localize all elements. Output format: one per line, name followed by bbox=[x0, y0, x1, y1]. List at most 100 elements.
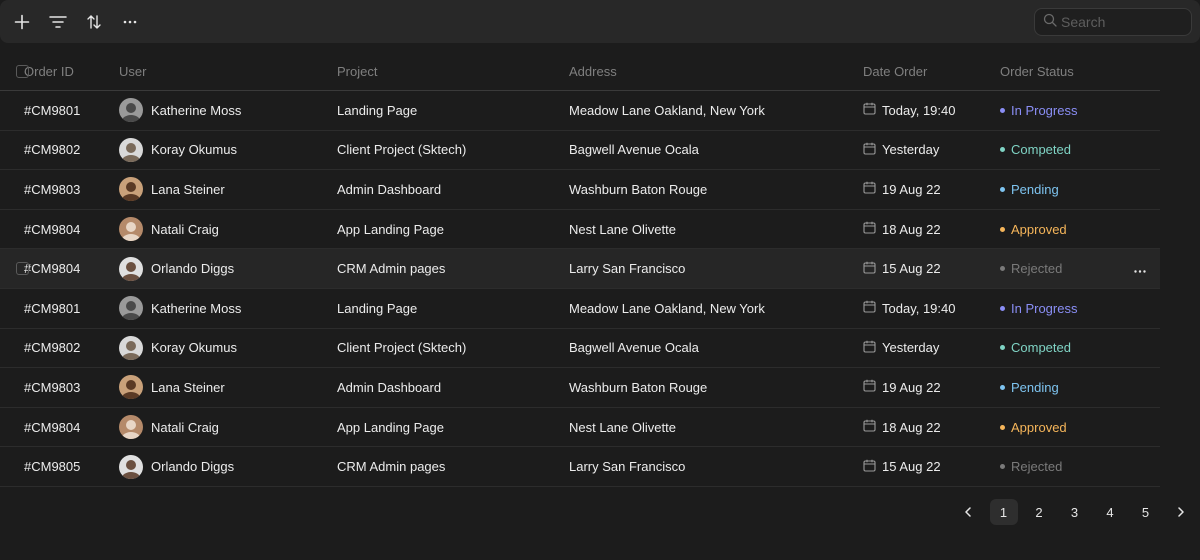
order-date: 15 Aug 22 bbox=[882, 261, 941, 277]
date-cell: 19 Aug 22 bbox=[863, 181, 1000, 197]
user-cell: Lana Steiner bbox=[119, 375, 337, 400]
table-row[interactable]: #CM9801 Katherine Moss Landing Page Mead… bbox=[0, 289, 1160, 329]
project-name: CRM Admin pages bbox=[337, 459, 446, 475]
status-dot bbox=[1000, 107, 1005, 113]
page-list: 12345 bbox=[989, 499, 1168, 525]
status-badge: Approved bbox=[1000, 420, 1130, 435]
date-cell: Yesterday bbox=[863, 142, 1000, 158]
user-cell: Koray Okumus bbox=[119, 137, 337, 162]
user-cell: Katherine Moss bbox=[119, 296, 337, 321]
header-order-id[interactable]: Order ID bbox=[24, 64, 119, 79]
status-dot bbox=[1000, 226, 1005, 232]
header-user[interactable]: User bbox=[119, 64, 337, 79]
project-name: Client Project (Sktech) bbox=[337, 142, 467, 158]
status-badge: Rejected bbox=[1000, 261, 1130, 276]
avatar bbox=[119, 98, 143, 123]
table-row[interactable]: #CM9804 Orlando Diggs CRM Admin pages La… bbox=[0, 249, 1160, 289]
status-dot bbox=[1000, 384, 1005, 390]
status-label: Competed bbox=[1011, 142, 1071, 158]
status-label: Rejected bbox=[1011, 459, 1063, 475]
calendar-icon bbox=[863, 340, 876, 356]
calendar-icon bbox=[863, 181, 876, 197]
table-body: #CM9801 Katherine Moss Landing Page Mead… bbox=[0, 91, 1160, 487]
more-icon[interactable] bbox=[112, 4, 148, 40]
user-name: Katherine Moss bbox=[151, 300, 242, 316]
select-all-checkbox[interactable] bbox=[16, 64, 29, 78]
user-cell: Orlando Diggs bbox=[119, 454, 337, 479]
avatar bbox=[119, 256, 143, 281]
status-badge: Competed bbox=[1000, 340, 1130, 355]
calendar-icon bbox=[863, 459, 876, 475]
table-row[interactable]: #CM9802 Koray Okumus Client Project (Skt… bbox=[0, 329, 1160, 369]
address: Meadow Lane Oakland, New York bbox=[569, 300, 765, 316]
table-row[interactable]: #CM9801 Katherine Moss Landing Page Mead… bbox=[0, 91, 1160, 131]
status-label: Rejected bbox=[1011, 261, 1063, 277]
user-cell: Katherine Moss bbox=[119, 98, 337, 123]
status-badge: Pending bbox=[1000, 380, 1130, 395]
row-more-icon[interactable] bbox=[1134, 261, 1146, 276]
page-3[interactable]: 3 bbox=[1061, 499, 1089, 525]
user-name: Lana Steiner bbox=[151, 379, 225, 395]
table-row[interactable]: #CM9804 Natali Craig App Landing Page Ne… bbox=[0, 210, 1160, 250]
order-date: Yesterday bbox=[882, 142, 940, 158]
page-1[interactable]: 1 bbox=[989, 499, 1018, 525]
orders-table: Order ID User Project Address Date Order… bbox=[0, 52, 1160, 487]
date-cell: Yesterday bbox=[863, 340, 1000, 356]
order-id: #CM9804 bbox=[24, 261, 81, 277]
address: Bagwell Avenue Ocala bbox=[569, 142, 699, 158]
table-row[interactable]: #CM9802 Koray Okumus Client Project (Skt… bbox=[0, 131, 1160, 171]
address: Nest Lane Olivette bbox=[569, 221, 676, 237]
order-date: 15 Aug 22 bbox=[882, 459, 941, 475]
filter-icon[interactable] bbox=[40, 4, 76, 40]
chevron-left-icon[interactable] bbox=[954, 499, 982, 525]
table-header: Order ID User Project Address Date Order… bbox=[0, 52, 1160, 91]
row-checkbox[interactable] bbox=[16, 262, 29, 276]
table-row[interactable]: #CM9803 Lana Steiner Admin Dashboard Was… bbox=[0, 368, 1160, 408]
search-icon bbox=[1043, 13, 1057, 32]
table-row[interactable]: #CM9805 Orlando Diggs CRM Admin pages La… bbox=[0, 447, 1160, 487]
order-id: #CM9804 bbox=[24, 221, 81, 237]
pagination: 12345 bbox=[954, 499, 1195, 525]
page-5[interactable]: 5 bbox=[1132, 499, 1160, 525]
header-order-status[interactable]: Order Status bbox=[1000, 64, 1130, 79]
avatar bbox=[119, 375, 143, 400]
order-date: Yesterday bbox=[882, 340, 940, 356]
plus-icon[interactable] bbox=[4, 4, 40, 40]
order-id: #CM9801 bbox=[24, 102, 81, 118]
project-name: Client Project (Sktech) bbox=[337, 340, 467, 356]
status-badge: In Progress bbox=[1000, 103, 1130, 118]
page-4[interactable]: 4 bbox=[1096, 499, 1124, 525]
status-label: In Progress bbox=[1011, 102, 1078, 118]
user-name: Orlando Diggs bbox=[151, 459, 235, 475]
address: Washburn Baton Rouge bbox=[569, 181, 708, 197]
user-cell: Natali Craig bbox=[119, 217, 337, 242]
calendar-icon bbox=[863, 102, 876, 118]
calendar-icon bbox=[863, 419, 876, 435]
date-cell: 18 Aug 22 bbox=[863, 419, 1000, 435]
chevron-right-icon[interactable] bbox=[1167, 499, 1195, 525]
avatar bbox=[119, 137, 143, 162]
status-dot bbox=[1000, 305, 1005, 311]
project-name: App Landing Page bbox=[337, 419, 444, 435]
search-box[interactable] bbox=[1034, 8, 1192, 36]
header-address[interactable]: Address bbox=[569, 64, 863, 79]
order-id: #CM9801 bbox=[24, 300, 81, 316]
order-id: #CM9802 bbox=[24, 142, 81, 158]
avatar bbox=[119, 335, 143, 360]
search-input[interactable] bbox=[1061, 14, 1181, 30]
user-cell: Natali Craig bbox=[119, 415, 337, 440]
status-badge: Rejected bbox=[1000, 459, 1130, 474]
order-date: 19 Aug 22 bbox=[882, 181, 941, 197]
header-date-order[interactable]: Date Order bbox=[863, 64, 1000, 79]
sort-icon[interactable] bbox=[76, 4, 112, 40]
address: Washburn Baton Rouge bbox=[569, 379, 708, 395]
page-2[interactable]: 2 bbox=[1025, 499, 1053, 525]
status-label: Approved bbox=[1011, 221, 1067, 237]
status-label: Pending bbox=[1011, 181, 1059, 197]
user-cell: Koray Okumus bbox=[119, 335, 337, 360]
order-date: Today, 19:40 bbox=[882, 102, 956, 118]
table-row[interactable]: #CM9803 Lana Steiner Admin Dashboard Was… bbox=[0, 170, 1160, 210]
header-project[interactable]: Project bbox=[337, 64, 569, 79]
order-id: #CM9802 bbox=[24, 340, 81, 356]
table-row[interactable]: #CM9804 Natali Craig App Landing Page Ne… bbox=[0, 408, 1160, 448]
